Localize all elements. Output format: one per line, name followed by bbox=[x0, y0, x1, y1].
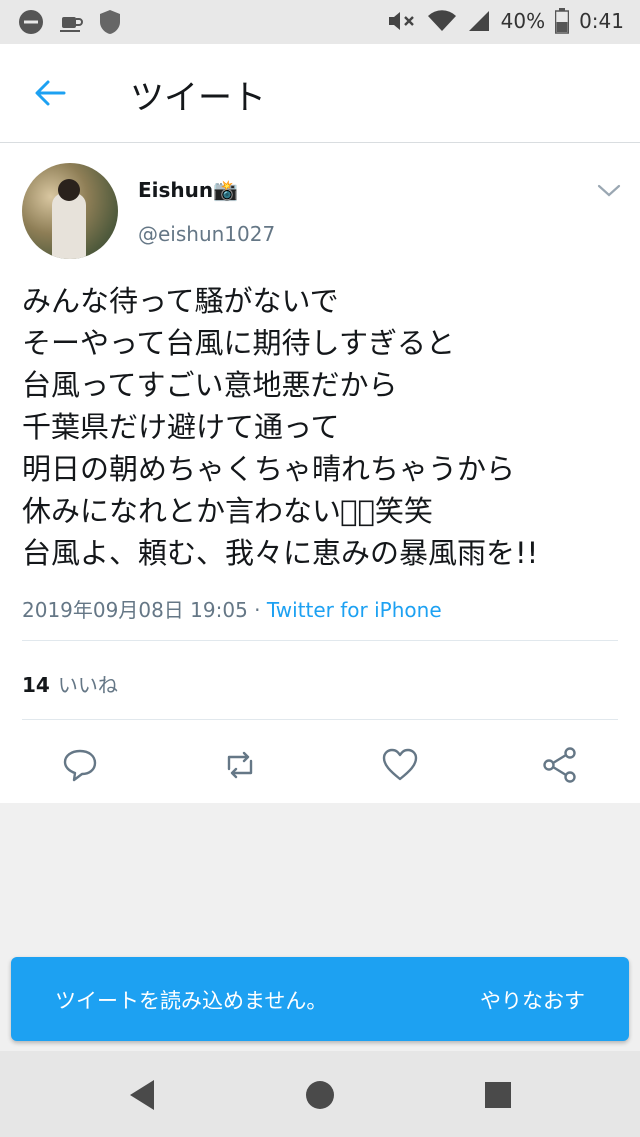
arrow-left-icon[interactable] bbox=[30, 76, 70, 110]
share-icon[interactable] bbox=[540, 745, 580, 785]
tweet-card: Eishun📸 @eishun1027 みんな待って騒がないで そーやって台風に… bbox=[0, 143, 640, 803]
likes-summary[interactable]: 14 いいね bbox=[22, 669, 118, 698]
tweet-line: 台風よ、頼む、我々に恵みの暴風雨を!! bbox=[22, 536, 539, 570]
reply-icon[interactable] bbox=[60, 745, 100, 785]
shield-icon bbox=[98, 8, 122, 36]
tweet-meta: 2019年09月08日 19:05 · Twitter for iPhone bbox=[22, 594, 442, 623]
coffee-icon bbox=[58, 9, 84, 35]
avatar-person-shape bbox=[52, 193, 86, 259]
battery-icon bbox=[555, 8, 570, 34]
meta-separator: · bbox=[247, 598, 267, 622]
back-triangle-icon[interactable] bbox=[122, 1075, 162, 1115]
retry-button[interactable]: やりなおす bbox=[480, 985, 585, 1015]
mute-icon bbox=[387, 9, 417, 33]
tweet-source-link[interactable]: Twitter for iPhone bbox=[267, 598, 442, 622]
tweet-line: 休みになれとか言わないで⃣笑笑 bbox=[22, 494, 433, 528]
retweet-icon[interactable] bbox=[220, 745, 260, 785]
chevron-down-icon[interactable] bbox=[596, 183, 622, 199]
tweet-actions bbox=[0, 745, 640, 785]
home-circle-icon[interactable] bbox=[300, 1075, 340, 1115]
battery-percent: 40% bbox=[500, 9, 546, 33]
avatar-head-shape bbox=[58, 179, 80, 201]
clock: 0:41 bbox=[579, 9, 624, 33]
tweet-line: 明日の朝めちゃくちゃ晴れちゃうから bbox=[22, 452, 516, 486]
likes-count: 14 bbox=[22, 673, 50, 697]
tweet-timestamp: 2019年09月08日 19:05 bbox=[22, 598, 248, 622]
like-icon[interactable] bbox=[380, 745, 420, 785]
recents-square-icon[interactable] bbox=[478, 1075, 518, 1115]
error-snackbar: ツイートを読み込めません。 やりなおす bbox=[11, 957, 629, 1041]
tweet-text: みんな待って騒がないで そーやって台風に期待しすぎると 台風ってすごい意地悪だか… bbox=[22, 280, 622, 574]
snackbar-message: ツイートを読み込めません。 bbox=[55, 989, 328, 1013]
display-name[interactable]: Eishun📸 bbox=[138, 178, 238, 202]
user-handle[interactable]: @eishun1027 bbox=[138, 222, 275, 246]
app-bar: ツイート bbox=[0, 44, 640, 144]
tweet-line: みんな待って騒がないで bbox=[22, 284, 339, 318]
tweet-line: 千葉県だけ避けて通って bbox=[22, 410, 340, 444]
wifi-icon bbox=[427, 9, 457, 33]
signal-icon bbox=[467, 9, 491, 33]
page-title: ツイート bbox=[130, 78, 266, 118]
minus-circle-icon bbox=[18, 9, 44, 35]
tweet-line: そーやって台風に期待しすぎると bbox=[22, 326, 455, 360]
divider bbox=[22, 719, 618, 720]
status-bar: 40% 0:41 bbox=[0, 0, 640, 44]
likes-label: いいね bbox=[57, 673, 118, 697]
system-nav-bar bbox=[0, 1051, 640, 1137]
avatar[interactable] bbox=[22, 163, 118, 259]
tweet-line: 台風ってすごい意地悪だから bbox=[22, 368, 398, 402]
divider bbox=[22, 640, 618, 641]
